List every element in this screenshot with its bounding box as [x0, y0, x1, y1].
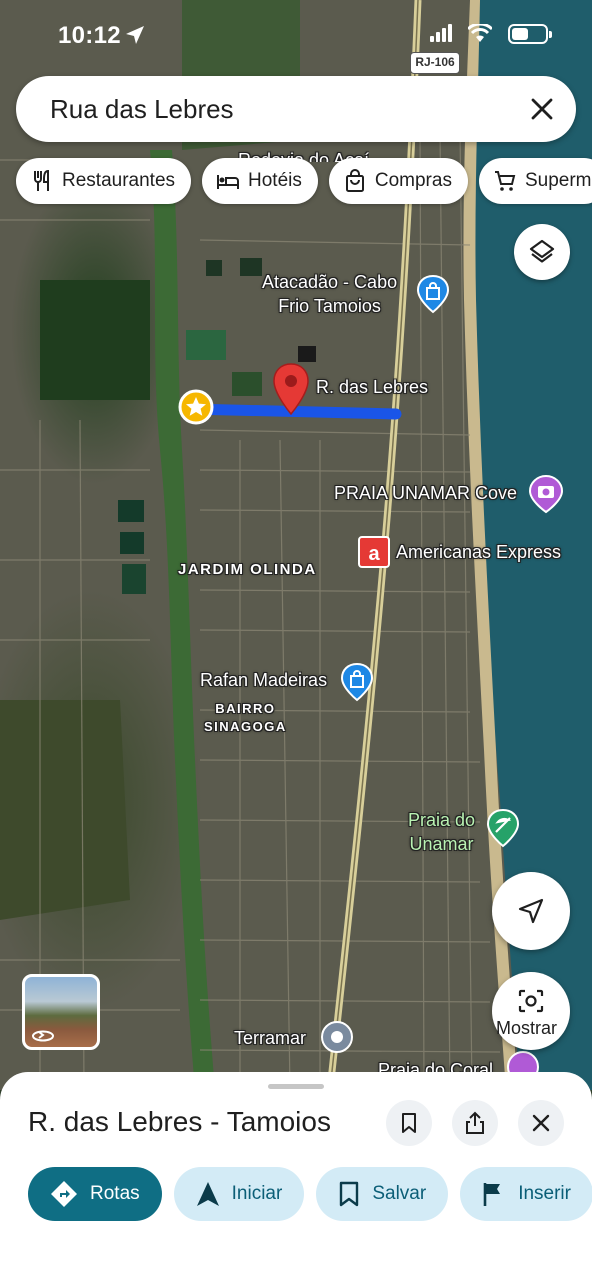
lens-label: Mostrar [496, 1018, 558, 1038]
americanas-logo-icon[interactable]: a [358, 536, 390, 570]
map-label-americanas[interactable]: Americanas Express [396, 542, 561, 563]
chip-compras[interactable]: Compras [328, 158, 468, 204]
chip-supermercados[interactable]: Superm [478, 158, 592, 204]
location-arrow-icon [126, 26, 144, 44]
insert-label: Inserir [518, 1183, 571, 1204]
chip-label: Restaurantes [62, 170, 176, 191]
wifi-icon [468, 24, 492, 42]
map-label-jardim-olinda: JARDIM OLINDA [178, 561, 317, 578]
navigation-arrow-icon [518, 898, 544, 924]
status-time: 10:12 [58, 22, 121, 49]
lens-button[interactable]: Mostrar [492, 972, 570, 1050]
search-bar[interactable]: Rua das Lebres [16, 76, 576, 142]
map-label-praia-unamar-cove[interactable]: PRAIA UNAMAR Cove [334, 483, 517, 504]
layers-icon [529, 239, 555, 263]
my-location-button[interactable] [492, 872, 570, 950]
chip-label: Compras [374, 170, 452, 191]
status-bar: 10:12 [0, 0, 592, 70]
cellular-signal-icon [430, 24, 452, 42]
bookmark-icon [402, 1113, 416, 1133]
close-icon [532, 1114, 550, 1132]
share-icon [466, 1111, 484, 1134]
camera-lens-icon [518, 989, 544, 1013]
chip-label: Superm [524, 170, 592, 191]
start-label: Iniciar [231, 1183, 283, 1204]
location-pin-icon[interactable] [272, 362, 310, 416]
map-label-bairro-sinagoga: BAIRRO SINAGOGA [204, 701, 287, 734]
place-sheet[interactable]: R. das Lebres - Tamoios Rotas Iniciar Sa… [0, 1072, 592, 1280]
action-buttons-row: Rotas Iniciar Salvar Inserir [28, 1167, 592, 1221]
shopping-pin-icon[interactable] [340, 662, 374, 702]
camera-pin-icon[interactable] [528, 474, 564, 514]
map-label-street: R. das Lebres [316, 377, 429, 397]
directions-label: Rotas [90, 1183, 140, 1204]
place-title: R. das Lebres - Tamoios [28, 1106, 331, 1137]
category-chips: Restaurantes Hotéis Compras Superm [16, 158, 592, 204]
map-label-rafan[interactable]: Rafan Madeiras [200, 670, 327, 691]
svg-text:a: a [368, 543, 380, 565]
map-label-atacadao[interactable]: Atacadão - Cabo Frio Tamoios [262, 270, 397, 318]
search-input[interactable]: Rua das Lebres [50, 94, 234, 125]
save-icon-button[interactable] [386, 1100, 432, 1146]
chip-restaurantes[interactable]: Restaurantes [16, 158, 192, 204]
chip-label: Hotéis [248, 170, 302, 191]
map-label-praia-do-unamar[interactable]: Praia do Unamar [408, 808, 475, 856]
save-button[interactable]: Salvar [316, 1167, 449, 1221]
start-button[interactable]: Iniciar [173, 1167, 305, 1221]
directions-button[interactable]: Rotas [28, 1167, 162, 1221]
bed-icon [217, 175, 240, 189]
shopping-pin-icon[interactable] [416, 274, 450, 314]
layers-button[interactable] [514, 224, 570, 280]
navigation-arrow-icon [196, 1182, 219, 1206]
sheet-drag-handle[interactable] [268, 1084, 324, 1089]
close-sheet-button[interactable] [518, 1100, 564, 1146]
directions-icon [51, 1181, 77, 1207]
insert-label-button[interactable]: Inserir [460, 1167, 592, 1221]
restaurant-icon [34, 169, 49, 191]
shopping-bag-icon [345, 169, 364, 192]
map-label-terramar[interactable]: Terramar [234, 1028, 306, 1049]
chip-hoteis[interactable]: Hotéis [202, 158, 318, 204]
cart-icon [494, 171, 516, 191]
beach-pin-icon[interactable] [486, 808, 520, 848]
transit-pin-icon[interactable] [320, 1020, 354, 1054]
star-pin-icon[interactable] [178, 389, 214, 425]
bookmark-icon [340, 1181, 359, 1207]
street-view-360-icon [32, 1030, 54, 1042]
street-view-thumbnail[interactable] [22, 974, 100, 1050]
share-button[interactable] [452, 1100, 498, 1146]
close-icon[interactable] [528, 95, 556, 123]
battery-icon [508, 24, 552, 44]
flag-icon [483, 1183, 501, 1206]
save-label: Salvar [372, 1183, 427, 1204]
